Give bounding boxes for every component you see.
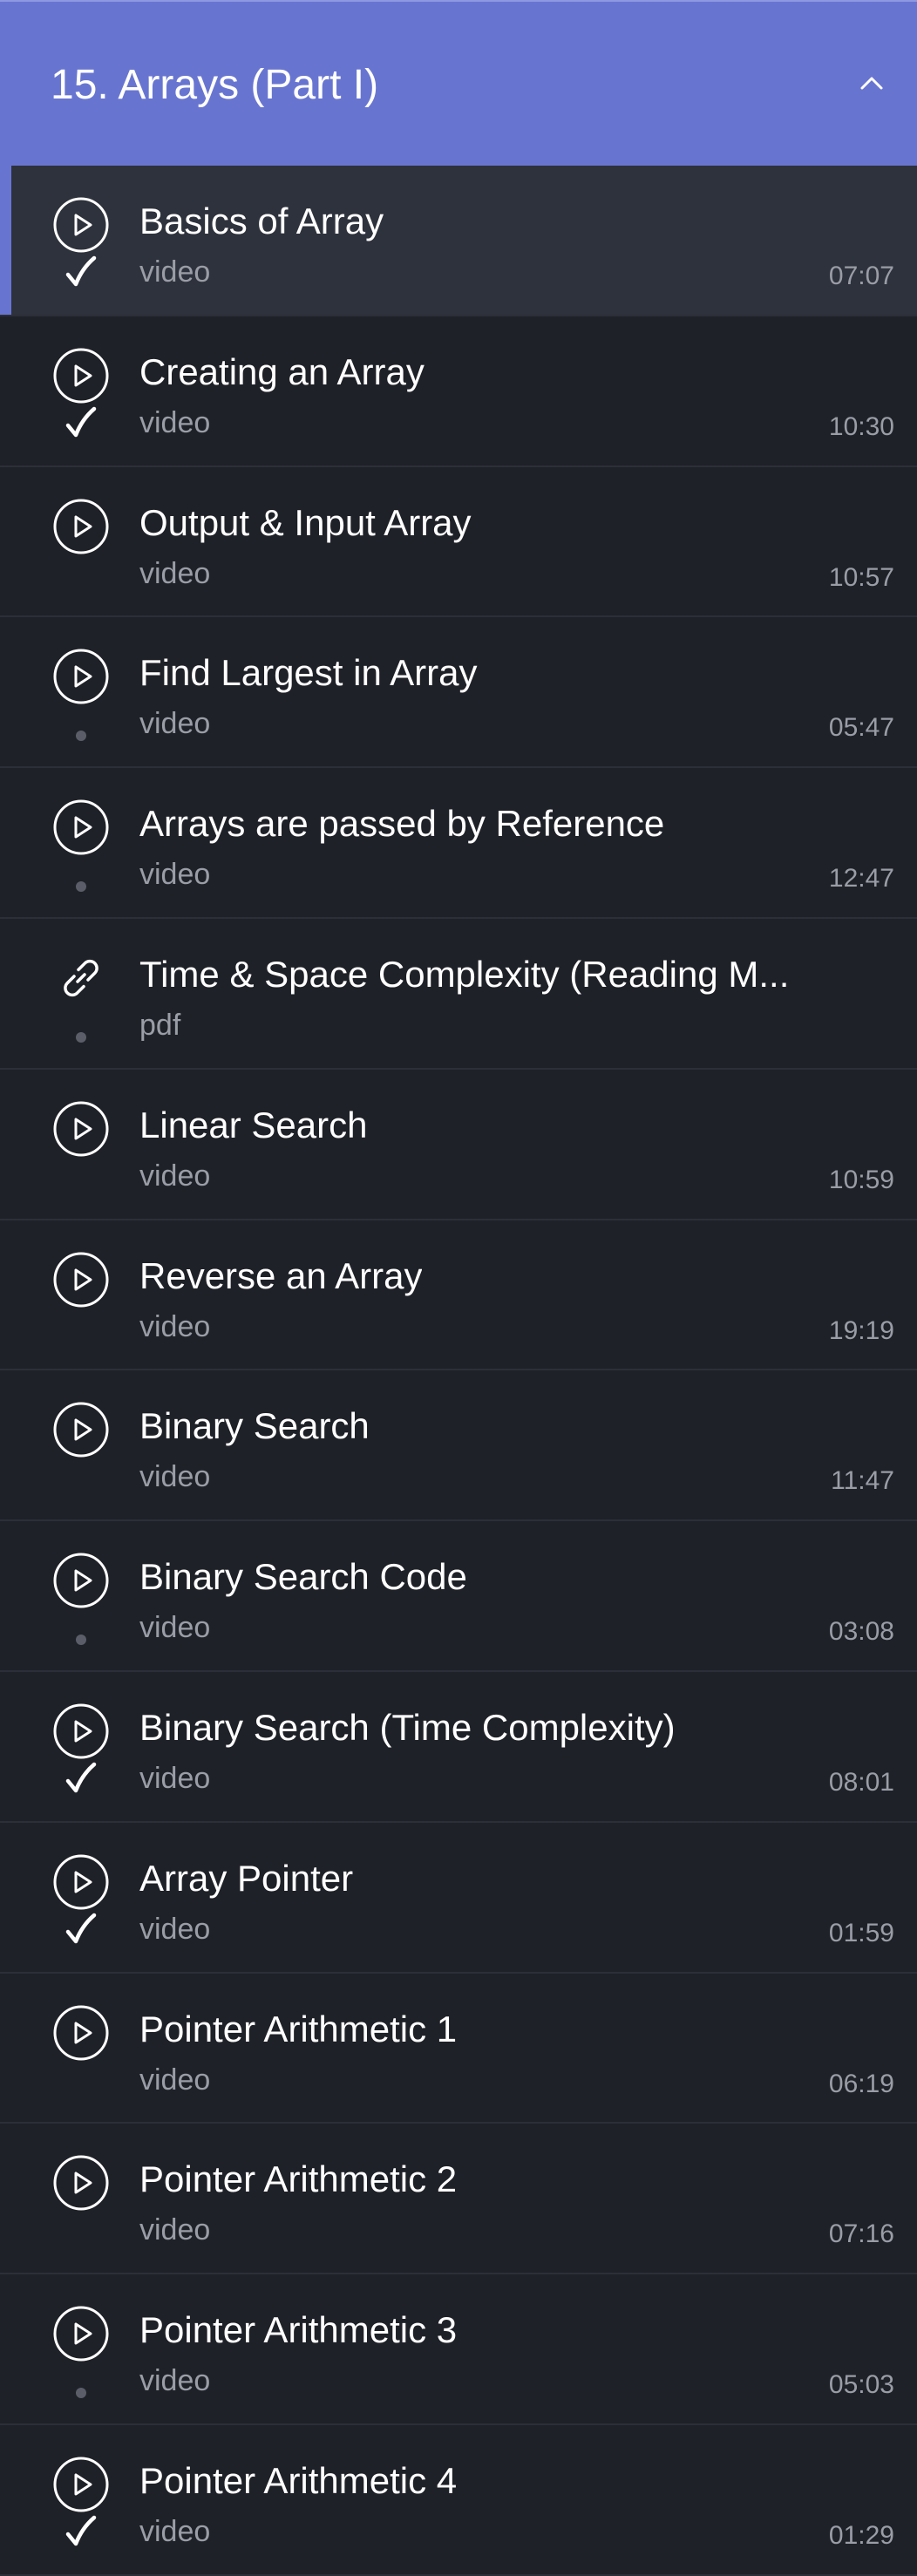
- lecture-item[interactable]: Pointer Arithmetic 4 video 01:29: [0, 2424, 917, 2576]
- lecture-item[interactable]: Array Pointer video 01:59: [0, 1822, 917, 1974]
- play-circle-icon: [53, 649, 109, 704]
- play-circle-icon: [53, 1553, 109, 1608]
- checkmark-icon: [65, 406, 97, 438]
- lecture-type: video: [139, 2213, 211, 2247]
- lecture-item[interactable]: Binary Search (Time Complexity) video 08:0…: [0, 1671, 917, 1823]
- lecture-type: video: [139, 1611, 211, 1645]
- lecture-type: video: [139, 707, 211, 741]
- lecture-type: video: [139, 2514, 211, 2548]
- lecture-type: video: [139, 1761, 211, 1795]
- incomplete-dot-icon: [76, 731, 86, 742]
- lecture-duration: 08:01: [828, 1767, 894, 1797]
- checkmark-icon: [65, 2515, 97, 2546]
- lecture-title: Binary Search: [139, 1405, 370, 1447]
- lecture-duration: 01:59: [828, 1918, 894, 1947]
- lecture-title: Arrays are passed by Reference: [139, 803, 665, 845]
- lecture-type: video: [139, 1460, 211, 1494]
- lecture-title: Pointer Arithmetic 2: [139, 2158, 458, 2200]
- incomplete-dot-icon: [76, 881, 86, 893]
- lecture-duration: 01:29: [828, 2520, 894, 2550]
- lecture-duration: 10:57: [828, 562, 894, 592]
- play-circle-icon: [53, 2005, 109, 2061]
- lecture-type: pdf: [139, 1008, 181, 1042]
- lecture-item[interactable]: Pointer Arithmetic 3 video 05:03: [0, 2274, 917, 2425]
- lecture-duration: 06:19: [828, 2069, 894, 2098]
- lecture-item[interactable]: Output & Input Array video 10:57: [0, 466, 917, 618]
- lecture-title: Binary Search Code: [139, 1556, 467, 1598]
- lecture-title: Binary Search (Time Complexity): [139, 1706, 676, 1748]
- lecture-title: Array Pointer: [139, 1857, 354, 1899]
- play-circle-icon: [53, 799, 109, 855]
- lecture-title: Basics of Array: [139, 201, 384, 241]
- lecture-type: video: [139, 255, 211, 289]
- lecture-item[interactable]: Binary Search video 11:47: [0, 1370, 917, 1522]
- lecture-duration: 11:47: [831, 1466, 894, 1496]
- lecture-type: video: [139, 858, 211, 892]
- lecture-item[interactable]: Reverse an Array video 19:19: [0, 1220, 917, 1371]
- play-circle-icon: [53, 1402, 109, 1458]
- lecture-item[interactable]: Linear Search video 10:59: [0, 1069, 917, 1220]
- lecture-title: Creating an Array: [139, 350, 425, 392]
- lecture-title: Reverse an Array: [139, 1254, 423, 1296]
- lecture-item[interactable]: Pointer Arithmetic 1 video 06:19: [0, 1973, 917, 2124]
- play-circle-icon: [53, 1101, 109, 1157]
- lecture-duration: 10:59: [828, 1165, 894, 1194]
- play-circle-icon: [53, 348, 109, 404]
- lecture-item[interactable]: Binary Search Code video 03:08: [0, 1521, 917, 1672]
- lecture-title: Linear Search: [139, 1104, 368, 1145]
- lecture-duration: 10:30: [828, 411, 894, 441]
- chevron-up-icon[interactable]: [852, 65, 891, 103]
- play-circle-icon: [53, 2306, 109, 2362]
- lecture-type: video: [139, 1309, 211, 1343]
- checkmark-icon: [65, 1913, 97, 1944]
- lecture-list: Basics of Array video 07:07 Creating an Arr…: [0, 166, 917, 2576]
- lecture-item[interactable]: Creating an Array video 10:30: [0, 316, 917, 467]
- lecture-duration: 05:47: [828, 713, 894, 743]
- lecture-duration: 03:08: [828, 1617, 894, 1647]
- lecture-item[interactable]: Basics of Array video 07:07: [0, 166, 917, 316]
- lecture-duration: 05:03: [828, 2370, 894, 2400]
- play-circle-icon: [53, 499, 109, 554]
- lecture-item[interactable]: Find Largest in Array video 05:47: [0, 617, 917, 769]
- lecture-duration: 07:16: [828, 2219, 894, 2249]
- lecture-type: video: [139, 1912, 211, 1946]
- lecture-title: Pointer Arithmetic 3: [139, 2309, 458, 2351]
- incomplete-dot-icon: [76, 1635, 86, 1646]
- incomplete-dot-icon: [76, 1031, 86, 1043]
- lecture-type: video: [139, 1159, 211, 1193]
- play-circle-icon: [53, 1703, 109, 1759]
- lecture-title: Time & Space Complexity (Reading M...: [139, 953, 790, 995]
- play-circle-icon: [53, 1252, 109, 1308]
- lecture-item[interactable]: Time & Space Complexity (Reading M... pdf: [0, 918, 917, 1070]
- lecture-title: Output & Input Array: [139, 501, 472, 543]
- lecture-type: video: [139, 405, 211, 439]
- lecture-item[interactable]: Pointer Arithmetic 2 video 07:16: [0, 2124, 917, 2275]
- lecture-title: Pointer Arithmetic 4: [139, 2459, 458, 2501]
- lecture-duration: 19:19: [828, 1315, 894, 1345]
- lecture-title: Pointer Arithmetic 1: [139, 2008, 458, 2049]
- play-circle-icon: [53, 1854, 109, 1910]
- lecture-type: video: [139, 2063, 211, 2097]
- play-circle-icon: [53, 197, 109, 253]
- lecture-title: Find Largest in Array: [139, 652, 478, 694]
- checkmark-icon: [65, 1762, 97, 1793]
- checkmark-icon: [65, 255, 97, 287]
- play-circle-icon: [53, 2155, 109, 2211]
- link-icon: [64, 959, 98, 997]
- play-circle-icon: [53, 2457, 109, 2512]
- lecture-type: video: [139, 556, 211, 590]
- lecture-duration: 07:07: [828, 262, 894, 290]
- lecture-type: video: [139, 2364, 211, 2398]
- lecture-duration: 12:47: [828, 864, 894, 894]
- lecture-item[interactable]: Arrays are passed by Reference video 12:47: [0, 768, 917, 919]
- section-title: 15. Arrays (Part I): [51, 62, 379, 108]
- incomplete-dot-icon: [76, 2388, 86, 2399]
- section-header[interactable]: 15. Arrays (Part I): [0, 0, 917, 166]
